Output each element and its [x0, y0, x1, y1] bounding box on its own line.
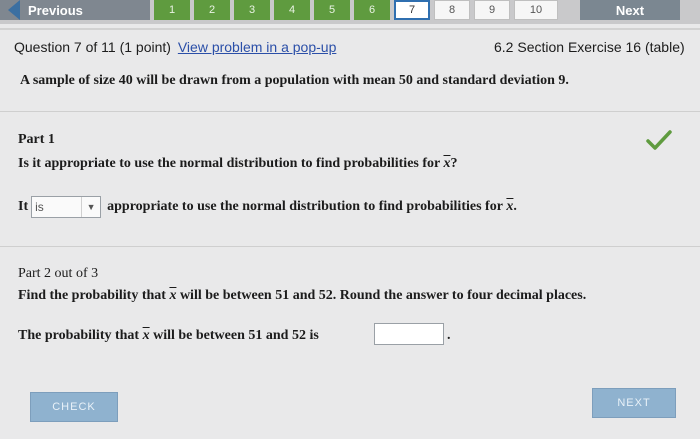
part1-question-suffix: ?: [450, 156, 458, 171]
question-number-1[interactable]: 1: [154, 0, 190, 20]
question-counter: Question 7 of 11 (1 point): [14, 39, 171, 55]
question-navigation-bar: Previous 1 2 3 4 5 6 7 8 9 10 Next: [0, 0, 700, 24]
part1-question-prefix: Is it appropriate to use the normal dist…: [18, 156, 440, 171]
header-divider: [0, 28, 700, 30]
dropdown-selected-value: is: [35, 200, 44, 214]
question-number-3[interactable]: 3: [234, 0, 270, 20]
left-arrow-icon: [8, 0, 20, 20]
previous-label: Previous: [28, 2, 83, 18]
part1-answer-end: .: [513, 199, 517, 214]
part1-question: Is it appropriate to use the normal dist…: [18, 156, 457, 172]
part-divider: [0, 246, 700, 247]
part2-answer-a: The probability that: [18, 328, 140, 343]
is-isnot-dropdown[interactable]: is ▼: [31, 196, 102, 218]
question-number-7[interactable]: 7: [394, 0, 430, 20]
question-number-6[interactable]: 6: [354, 0, 390, 20]
part2-title: Part 2 out of 3: [18, 266, 99, 281]
chevron-down-icon[interactable]: ▼: [81, 197, 100, 217]
x-bar-symbol: x: [142, 328, 150, 343]
part2-instruction-a: Find the probability that: [18, 288, 166, 303]
question-number-9[interactable]: 9: [474, 0, 510, 20]
part2-answer-b: will be between 51 and 52 is: [153, 328, 319, 343]
part1-title: Part 1: [18, 132, 55, 147]
probability-input[interactable]: [374, 323, 444, 345]
x-bar-symbol: x: [506, 199, 514, 214]
question-number-10[interactable]: 10: [514, 0, 558, 20]
question-number-5[interactable]: 5: [314, 0, 350, 20]
question-number-4[interactable]: 4: [274, 0, 310, 20]
part1-answer-suffix: appropriate to use the normal distributi…: [107, 199, 503, 214]
next-question-button[interactable]: Next: [580, 0, 680, 20]
previous-button[interactable]: Previous: [0, 0, 150, 20]
x-bar-symbol: x: [169, 288, 177, 303]
part2-instruction: Find the probability that x will be betw…: [18, 288, 586, 304]
next-button[interactable]: NEXT: [592, 388, 676, 418]
problem-divider: [0, 111, 700, 112]
part2-instruction-b: will be between 51 and 52. Round the ans…: [179, 288, 587, 303]
part1-answer-prefix: It: [18, 199, 29, 214]
problem-statement: A sample of size 40 will be drawn from a…: [20, 73, 569, 88]
question-info: Question 7 of 11 (1 point) View problem …: [14, 39, 336, 55]
part1-answer-row: It is ▼ appropriate to use the normal di…: [18, 196, 517, 218]
question-number-2[interactable]: 2: [194, 0, 230, 20]
section-reference: 6.2 Section Exercise 16 (table): [494, 39, 685, 55]
check-button[interactable]: CHECK: [30, 392, 118, 422]
check-icon: [646, 130, 672, 150]
question-number-8[interactable]: 8: [434, 0, 470, 20]
part2-answer-sentence: The probability that x will be between 5…: [18, 328, 319, 344]
popup-link[interactable]: View problem in a pop-up: [178, 39, 337, 55]
part2-answer-end: .: [447, 328, 451, 343]
